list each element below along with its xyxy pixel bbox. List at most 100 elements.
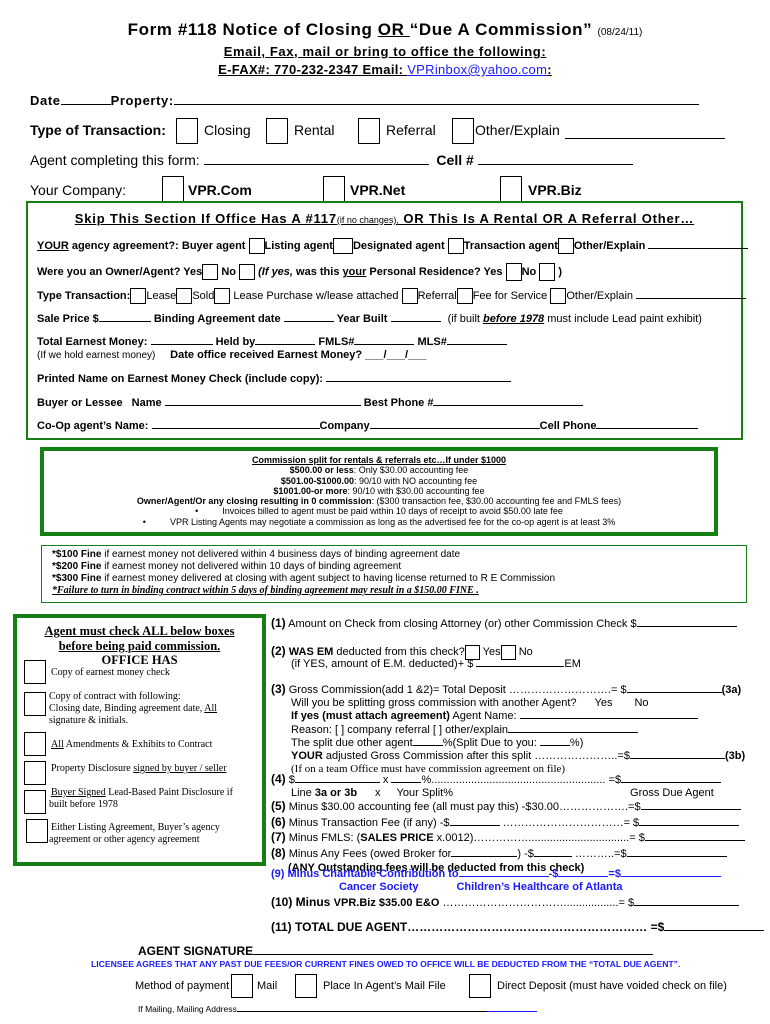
reason-explain-field[interactable] bbox=[508, 731, 639, 733]
if-we-hold: (If we hold earnest money) bbox=[37, 350, 156, 361]
designated-agent-checkbox[interactable] bbox=[447, 238, 464, 254]
adjusted-commission-field[interactable] bbox=[629, 757, 725, 760]
fees-total-field[interactable] bbox=[626, 855, 727, 857]
your-split-field[interactable] bbox=[391, 781, 422, 783]
licensee-notice: LICENSEE AGREES THAT ANY PAST DUE FEES/O… bbox=[91, 959, 681, 969]
agent-signature-row: AGENT SIGNATURE bbox=[138, 944, 654, 958]
owner-label: Were you an Owner/Agent? Yes bbox=[37, 265, 203, 278]
fmls-fee-field[interactable] bbox=[644, 839, 745, 841]
binding-date-label: Binding Agreement date bbox=[153, 313, 281, 325]
checklist-checkbox-amendments[interactable] bbox=[24, 732, 46, 756]
agent-field[interactable] bbox=[203, 163, 429, 165]
other-explain-field[interactable] bbox=[565, 137, 725, 139]
commission-row: $501.00-$1000.00: 90/10 with NO accounti… bbox=[280, 475, 478, 486]
lease-purchase-checkbox[interactable] bbox=[214, 288, 231, 304]
earnest-total-field[interactable] bbox=[150, 343, 213, 345]
mls-label: MLS# bbox=[417, 336, 447, 348]
sale-price-field[interactable] bbox=[98, 320, 151, 322]
owed-broker-field[interactable] bbox=[451, 855, 518, 857]
mailing-address-field[interactable] bbox=[236, 1010, 487, 1012]
split-agent-name-field[interactable] bbox=[519, 717, 698, 720]
checklist-checkbox-lead-paint[interactable] bbox=[24, 790, 46, 814]
date-field[interactable] bbox=[60, 103, 111, 105]
direct-deposit-checkbox[interactable] bbox=[469, 974, 491, 998]
lease-checkbox[interactable] bbox=[130, 288, 147, 304]
other-checkbox[interactable] bbox=[452, 118, 474, 144]
type-other-field[interactable] bbox=[636, 297, 747, 299]
vpr-biz-checkbox[interactable] bbox=[500, 176, 522, 202]
fine-item: *$100 Fine if earnest money not delivere… bbox=[52, 549, 461, 560]
transaction-agent-checkbox[interactable] bbox=[557, 238, 574, 254]
checklist-checkbox-disclosure[interactable] bbox=[24, 761, 46, 785]
email-link[interactable]: VPRinbox@yahoo.com bbox=[407, 62, 547, 77]
fee-for-service-checkbox[interactable] bbox=[456, 288, 473, 304]
vpr-com-checkbox[interactable] bbox=[162, 176, 184, 202]
agency-other-field[interactable] bbox=[648, 247, 749, 249]
property-field[interactable] bbox=[173, 103, 699, 105]
owner-no-checkbox[interactable] bbox=[239, 264, 256, 280]
residence-no-checkbox[interactable] bbox=[539, 263, 556, 281]
referral-checkbox[interactable] bbox=[358, 118, 380, 144]
best-phone-label: Best Phone # bbox=[363, 397, 434, 409]
sale-price-label: Sale Price $ bbox=[37, 313, 99, 325]
coop-company-field[interactable] bbox=[369, 427, 540, 429]
line-3a-field[interactable] bbox=[294, 781, 380, 783]
printed-name-field[interactable] bbox=[326, 380, 512, 382]
cell-field[interactable] bbox=[477, 163, 633, 165]
residence-no-label: No bbox=[521, 265, 537, 278]
closing-checkbox[interactable] bbox=[176, 118, 198, 144]
check-amount-field[interactable] bbox=[636, 625, 737, 627]
vpr-net-checkbox[interactable] bbox=[323, 176, 345, 202]
eo-fee-field[interactable] bbox=[634, 904, 740, 906]
mailing-address-field-ext[interactable] bbox=[486, 1010, 537, 1012]
charity-amount-field[interactable] bbox=[558, 875, 609, 877]
form-title: Form #118 Notice of Closing OR “Due A Co… bbox=[0, 20, 770, 40]
type-other-checkbox[interactable] bbox=[550, 288, 567, 304]
type-transaction-row: Type Transaction: Lease Sold Lease Purchas… bbox=[37, 288, 747, 304]
em-amount-field[interactable] bbox=[476, 665, 565, 667]
listing-agent-checkbox[interactable] bbox=[332, 238, 353, 254]
transaction-fee-field[interactable] bbox=[449, 824, 500, 826]
fine-item: *$300 Fine if earnest money delivered at… bbox=[52, 573, 556, 584]
buyer-name-field[interactable] bbox=[164, 404, 361, 406]
gross-commission-field[interactable] bbox=[626, 691, 722, 693]
calc-line-8: (8) Minus Any Fees (owed Broker for) -$ … bbox=[271, 846, 745, 862]
commission-split-content: Commission split for rentals & referrals… bbox=[40, 455, 718, 527]
transaction-total-field[interactable] bbox=[639, 824, 740, 826]
fmls-field[interactable] bbox=[354, 343, 415, 345]
owner-yes-checkbox[interactable] bbox=[202, 264, 219, 280]
checklist-checkbox-agency[interactable] bbox=[26, 819, 48, 843]
best-phone-field[interactable] bbox=[433, 404, 584, 406]
binding-date-field[interactable] bbox=[283, 320, 334, 322]
accounting-fee-field[interactable] bbox=[640, 808, 741, 810]
type-referral-checkbox[interactable] bbox=[401, 288, 418, 304]
date-received[interactable]: Date office received Earnest Money? ___/… bbox=[170, 349, 426, 361]
sold-checkbox[interactable] bbox=[176, 288, 193, 304]
owner-personal: Personal Residence? Yes bbox=[366, 265, 503, 278]
year-built-field[interactable] bbox=[390, 320, 441, 322]
agency-label: agency agreement?: Buyer agent bbox=[68, 239, 246, 252]
held-by-field[interactable] bbox=[255, 343, 316, 345]
gross-due-agent-field[interactable] bbox=[621, 781, 722, 783]
mail-checkbox[interactable] bbox=[231, 974, 253, 998]
vpr-net-label: VPR.Net bbox=[350, 182, 406, 198]
calc-line-9: (9) Minus Charitable Contribution to -$ =$… bbox=[271, 868, 721, 894]
charity-total-field[interactable] bbox=[620, 875, 721, 877]
fines-content: *$100 Fine if earnest money not delivere… bbox=[52, 549, 555, 597]
checklist-checkbox-contract[interactable] bbox=[24, 692, 46, 716]
charity-field[interactable] bbox=[458, 875, 549, 877]
split-due-other-field[interactable] bbox=[412, 744, 443, 746]
rental-checkbox[interactable] bbox=[266, 118, 288, 144]
agent-signature-field[interactable] bbox=[253, 953, 654, 955]
coop-cell-field[interactable] bbox=[596, 427, 699, 429]
fees-amount-field[interactable] bbox=[533, 855, 572, 857]
residence-yes-checkbox[interactable] bbox=[505, 263, 522, 281]
total-due-field[interactable] bbox=[664, 929, 765, 931]
skip-section-heading: Skip This Section If Office Has A #117(i… bbox=[26, 211, 743, 226]
mls-field[interactable] bbox=[446, 343, 507, 345]
split-due-you-field[interactable] bbox=[539, 744, 570, 746]
mail-file-checkbox[interactable] bbox=[295, 974, 317, 998]
buyer-agent-checkbox[interactable] bbox=[248, 238, 265, 254]
coop-name-field[interactable] bbox=[151, 427, 320, 429]
checklist-checkbox-earnest[interactable] bbox=[24, 660, 46, 684]
